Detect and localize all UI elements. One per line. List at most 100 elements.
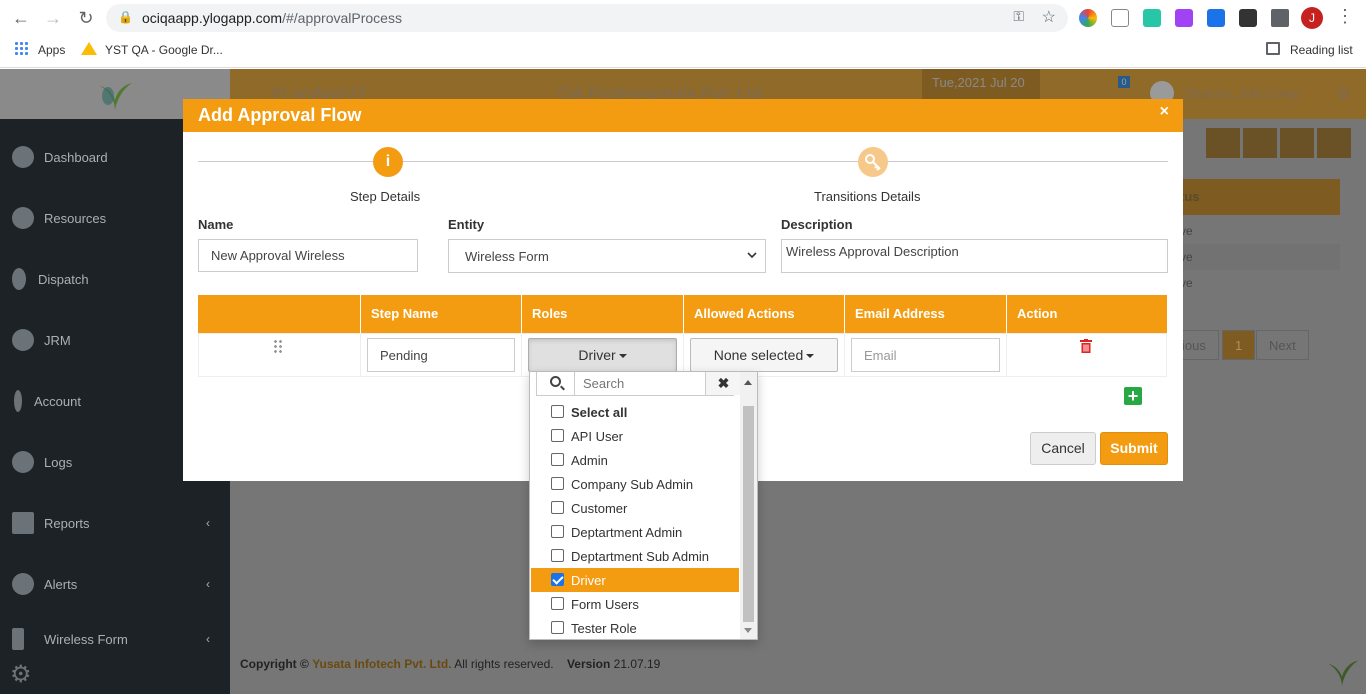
step-details-label[interactable]: Step Details <box>350 189 420 204</box>
checkbox[interactable] <box>551 453 564 466</box>
cell-divider <box>360 333 361 377</box>
scrollbar-thumb[interactable] <box>743 406 754 622</box>
thermometer-icon <box>14 390 22 412</box>
cell-divider <box>1006 333 1007 377</box>
role-option-select-all[interactable]: Select all <box>531 400 739 424</box>
sidebar-item-alerts[interactable]: Alerts ‹ <box>0 570 230 600</box>
transitions-key-icon[interactable] <box>858 147 888 177</box>
edit-icon <box>1206 128 1240 158</box>
google-drive-icon <box>81 42 97 55</box>
extension-icon[interactable] <box>1207 9 1225 27</box>
submit-button[interactable]: Submit <box>1100 432 1168 465</box>
close-icon[interactable]: × <box>1160 103 1169 121</box>
lock-icon: 🔒 <box>118 10 133 24</box>
checkbox[interactable] <box>551 429 564 442</box>
role-option[interactable]: Company Sub Admin <box>531 472 739 496</box>
reload-icon[interactable]: ↻ <box>74 7 98 29</box>
checkbox[interactable] <box>551 597 564 610</box>
table-row: ve <box>1180 224 1193 238</box>
trash-icon[interactable] <box>1080 339 1092 353</box>
apps-icon[interactable] <box>14 41 28 55</box>
pager-current: 1 <box>1222 330 1256 360</box>
chevron-left-icon: ‹ <box>206 516 210 530</box>
table-row: ve <box>1170 244 1340 270</box>
cell-divider <box>844 333 845 377</box>
role-option[interactable]: Customer <box>531 496 739 520</box>
role-option[interactable]: Deptartment Admin <box>531 520 739 544</box>
modal-header: Add Approval Flow × <box>183 99 1183 132</box>
header-settings-icon[interactable]: ⚙ <box>1336 84 1350 104</box>
steps-table-header: Step Name Roles Allowed Actions Email Ad… <box>198 295 1167 333</box>
forward-arrow-icon[interactable]: → <box>41 7 65 29</box>
step-name-input[interactable]: Pending <box>367 338 515 372</box>
extension-icon[interactable] <box>1079 9 1097 27</box>
checkbox[interactable] <box>551 405 564 418</box>
roles-search-input[interactable] <box>583 376 693 391</box>
checkbox[interactable] <box>551 549 564 562</box>
role-option[interactable]: API User <box>531 424 739 448</box>
drag-handle-icon[interactable] <box>273 339 283 355</box>
checkbox-checked[interactable] <box>551 573 564 586</box>
reading-list[interactable]: Reading list <box>1290 43 1353 57</box>
chevron-left-icon: ‹ <box>206 577 210 591</box>
puzzle-icon[interactable] <box>1271 9 1289 27</box>
modal-title: Add Approval Flow <box>198 105 362 125</box>
allowed-actions-multiselect-button[interactable]: None selected <box>690 338 838 372</box>
role-option[interactable]: Form Users <box>531 592 739 616</box>
more-icon <box>1317 128 1351 158</box>
search-icon <box>537 372 575 395</box>
extension-icon[interactable] <box>1111 9 1129 27</box>
ylog-logo <box>100 83 132 110</box>
clear-search-icon[interactable]: ✖ <box>705 372 741 395</box>
bookmark-apps[interactable]: Apps <box>38 43 65 57</box>
selenium-icon[interactable] <box>1239 9 1257 27</box>
description-textarea[interactable]: Wireless Approval Description <box>781 239 1168 273</box>
map-pin-icon <box>12 268 26 290</box>
roles-multiselect-button[interactable]: Driver <box>528 338 677 372</box>
menu-icon[interactable]: ⋮ <box>1336 6 1354 27</box>
sidebar-item-wireless-form[interactable]: Wireless Form ‹ <box>0 625 230 655</box>
address-bar[interactable]: 🔒 ociqaapp.ylogapp.com/#/approvalProcess… <box>106 4 1068 32</box>
roles-search-group: ✖ <box>536 372 741 396</box>
entity-select[interactable]: Wireless Form <box>448 239 766 273</box>
email-input[interactable]: Email <box>851 338 1000 372</box>
reading-list-icon <box>1266 42 1280 55</box>
checkbox[interactable] <box>551 621 564 634</box>
sidebar-item-reports[interactable]: Reports ‹ <box>0 509 230 539</box>
name-input[interactable]: New Approval Wireless <box>198 239 418 272</box>
transitions-details-label[interactable]: Transitions Details <box>814 189 920 204</box>
step-name-header: Step Name <box>360 295 521 333</box>
step-details-info-icon[interactable]: i <box>373 147 403 177</box>
pager-next: Next <box>1256 330 1309 360</box>
checkbox[interactable] <box>551 501 564 514</box>
roles-dropdown-menu: ✖ Select all API User Admin Company Sub … <box>529 371 758 640</box>
footer: Copyright © Yusata Infotech Pvt. Ltd. Al… <box>230 648 1366 694</box>
extension-icon[interactable] <box>1175 9 1193 27</box>
footer-company-link[interactable]: Yusata Infotech Pvt. Ltd. <box>312 657 451 671</box>
action-header: Action <box>1006 295 1167 333</box>
extension-icon[interactable] <box>1143 9 1161 27</box>
table-row: ve <box>1180 276 1193 290</box>
user-name[interactable]: Sharma, Juhi Comp <box>1185 86 1300 101</box>
profile-avatar[interactable]: J <box>1301 7 1323 29</box>
url-text: ociqaapp.ylogapp.com/#/approvalProcess <box>142 10 402 26</box>
dropdown-scrollbar[interactable] <box>740 372 757 639</box>
role-option[interactable]: Admin <box>531 448 739 472</box>
role-option[interactable]: Tester Role <box>531 616 739 639</box>
scroll-down-icon[interactable] <box>744 628 752 633</box>
cancel-button[interactable]: Cancel <box>1030 432 1096 465</box>
star-icon[interactable]: ☆ <box>1042 7 1056 27</box>
role-option[interactable]: Deptartment Sub Admin <box>531 544 739 568</box>
add-step-icon[interactable]: + <box>1124 387 1142 405</box>
key-icon[interactable]: ⚿ <box>1013 8 1024 25</box>
role-option-driver-selected[interactable]: Driver <box>531 568 739 592</box>
scroll-up-icon[interactable] <box>744 380 752 385</box>
gear-icon <box>12 329 34 351</box>
checkbox[interactable] <box>551 477 564 490</box>
bell-icon <box>12 573 34 595</box>
cell-divider <box>521 333 522 377</box>
bookmark-yst-qa[interactable]: YST QA - Google Dr... <box>105 43 223 57</box>
back-arrow-icon[interactable]: ← <box>9 7 33 29</box>
settings-gear-icon[interactable]: ⚙ <box>10 660 32 689</box>
checkbox[interactable] <box>551 525 564 538</box>
